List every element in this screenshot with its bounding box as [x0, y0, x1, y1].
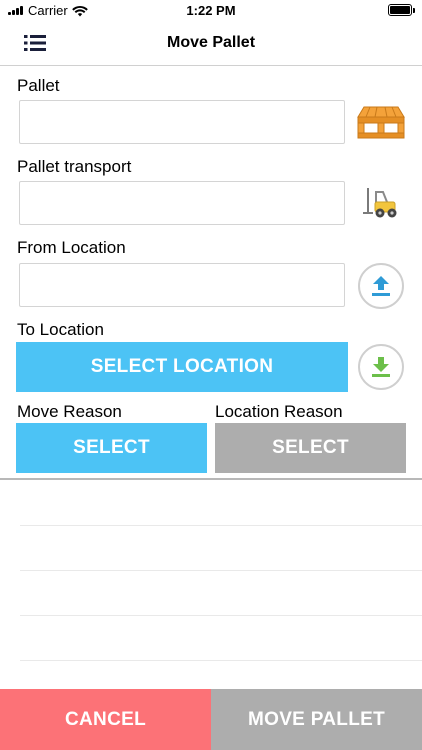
page-title: Move Pallet	[166, 34, 256, 51]
pallet-transport-input[interactable]	[19, 181, 345, 225]
move-pallet-button[interactable]: MOVE PALLET	[211, 689, 422, 750]
list-separator	[20, 660, 422, 661]
forklift-icon[interactable]	[362, 186, 400, 220]
move-reason-label: Move Reason	[17, 402, 122, 421]
to-location-label: To Location	[17, 320, 104, 339]
status-bar: Carrier 1:22 PM	[0, 0, 422, 22]
pallet-icon[interactable]	[355, 102, 407, 142]
select-location-button[interactable]: SELECT LOCATION	[16, 342, 348, 392]
pallet-label: Pallet	[17, 76, 60, 95]
list-separator	[20, 525, 422, 526]
location-reason-select-button[interactable]: SELECT	[215, 423, 406, 473]
location-reason-label: Location Reason	[215, 402, 343, 421]
move-reason-select-button[interactable]: SELECT	[16, 423, 207, 473]
download-arrow-icon[interactable]	[358, 344, 404, 390]
list-separator	[20, 615, 422, 616]
nav-bar: Move Pallet	[0, 22, 422, 66]
list-separator	[20, 570, 422, 571]
pallet-input[interactable]	[19, 100, 345, 144]
from-location-label: From Location	[17, 238, 126, 257]
section-divider	[0, 478, 422, 480]
pallet-transport-label: Pallet transport	[17, 157, 132, 176]
status-time: 1:22 PM	[186, 3, 236, 18]
from-location-input[interactable]	[19, 263, 345, 307]
battery-icon	[388, 4, 415, 16]
cancel-button[interactable]: CANCEL	[0, 689, 211, 750]
upload-arrow-icon[interactable]	[358, 263, 404, 309]
